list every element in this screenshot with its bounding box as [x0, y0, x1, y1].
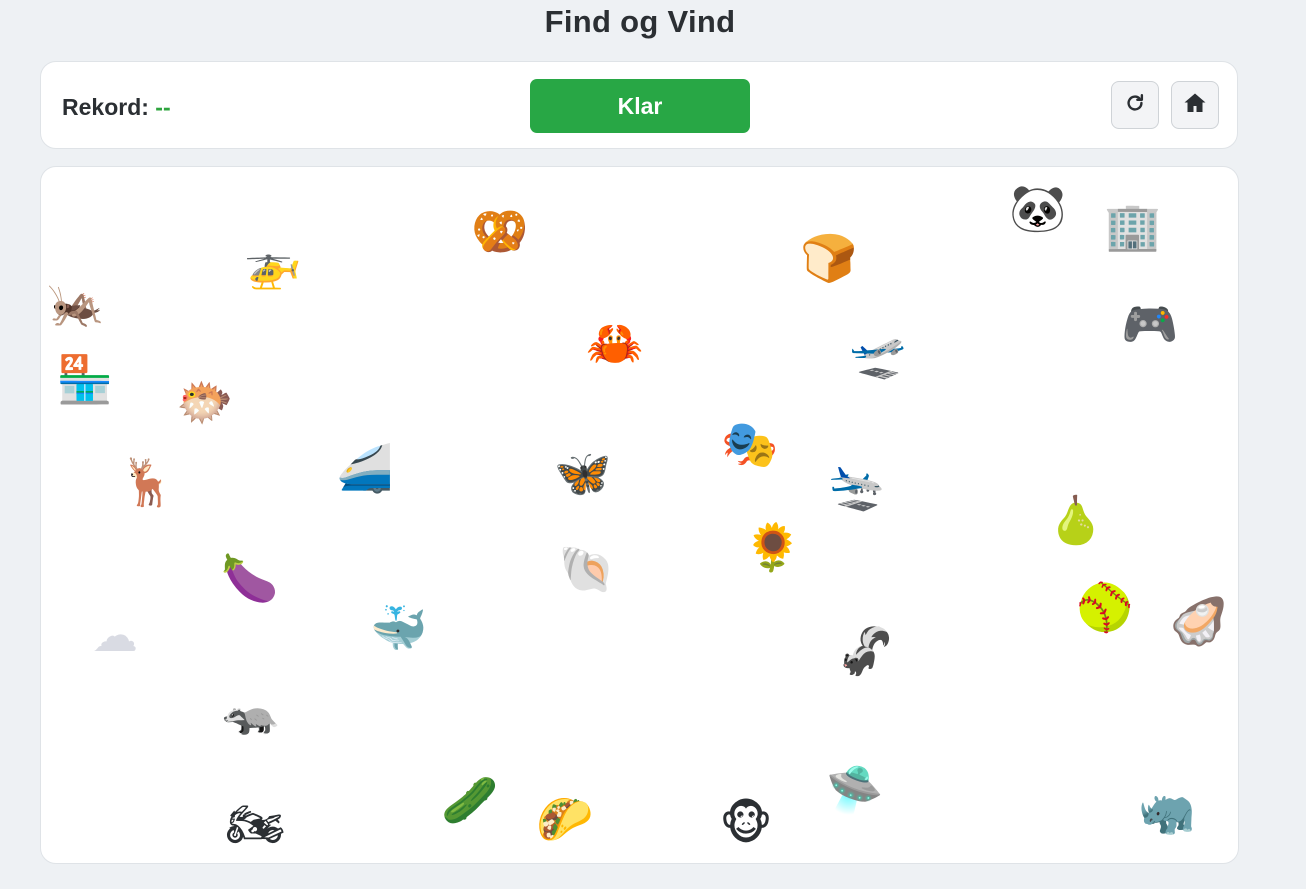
softball-icon[interactable]: 🥎	[1076, 578, 1134, 636]
refresh-button[interactable]	[1111, 81, 1159, 129]
pear-icon[interactable]: 🍐	[1047, 491, 1105, 549]
video-game-icon[interactable]: 🎮	[1121, 295, 1179, 353]
sunflower-icon[interactable]: 🌻	[744, 518, 802, 576]
flying-saucer-icon[interactable]: 🛸	[826, 760, 884, 818]
pretzel-icon[interactable]: 🥨	[471, 202, 529, 260]
spouting-whale-icon[interactable]: 🐳	[370, 599, 428, 657]
panda-icon[interactable]: 🐼	[1009, 179, 1067, 237]
eggplant-icon[interactable]: 🍆	[221, 549, 279, 607]
record-label: Rekord:	[62, 94, 149, 120]
skunk-icon[interactable]: 🦨	[837, 622, 895, 680]
monkey-face-icon[interactable]: 🐵	[717, 794, 775, 852]
cucumber-icon[interactable]: 🥒	[441, 771, 499, 829]
cloud-icon[interactable]: ☁	[86, 606, 144, 664]
home-icon	[1183, 91, 1207, 120]
airplane-departure-icon[interactable]: 🛫	[849, 325, 907, 383]
convenience-store-icon[interactable]: 🏪	[56, 350, 114, 408]
airplane-arrival-icon[interactable]: 🛬	[828, 457, 886, 515]
game-board: 🦗 🚁 🥨 🍞 🐼 🏢 🦀 🛫 🎮 🏪 🐡 🦌 🚄 🦋 🎭 🛬 🍐 🍆 🐚 🌻 ☁ 🐳 🥎 🦪 🦨 🦡 🥒 🛸 🏍 🌮 🐵 🦏	[40, 166, 1239, 864]
grasshopper-icon[interactable]: 🦗	[47, 274, 105, 332]
crab-icon[interactable]: 🦀	[586, 314, 644, 372]
butterfly-icon[interactable]: 🦋	[554, 444, 612, 502]
rhinoceros-icon[interactable]: 🦏	[1138, 782, 1196, 840]
page-title: Find og Vind	[544, 4, 736, 39]
helicopter-icon[interactable]: 🚁	[244, 235, 302, 293]
deer-icon[interactable]: 🦌	[119, 453, 177, 511]
taco-icon[interactable]: 🌮	[536, 790, 594, 848]
badger-icon[interactable]: 🦡	[222, 682, 280, 740]
record-display: Rekord: --	[62, 94, 171, 121]
toolbar: Rekord: -- Klar	[40, 61, 1238, 149]
record-value: --	[155, 94, 171, 120]
spiral-shell-icon[interactable]: 🐚	[558, 540, 616, 598]
high-speed-train-icon[interactable]: 🚄	[336, 439, 394, 497]
office-building-icon[interactable]: 🏢	[1104, 197, 1162, 255]
home-button[interactable]	[1171, 81, 1219, 129]
blowfish-icon[interactable]: 🐡	[176, 373, 234, 431]
refresh-icon	[1124, 92, 1146, 119]
bread-icon[interactable]: 🍞	[800, 229, 858, 287]
performing-arts-icon[interactable]: 🎭	[721, 415, 779, 473]
ready-button[interactable]: Klar	[530, 79, 750, 133]
motorcycle-icon[interactable]: 🏍	[226, 795, 284, 853]
oyster-icon[interactable]: 🦪	[1170, 592, 1228, 650]
